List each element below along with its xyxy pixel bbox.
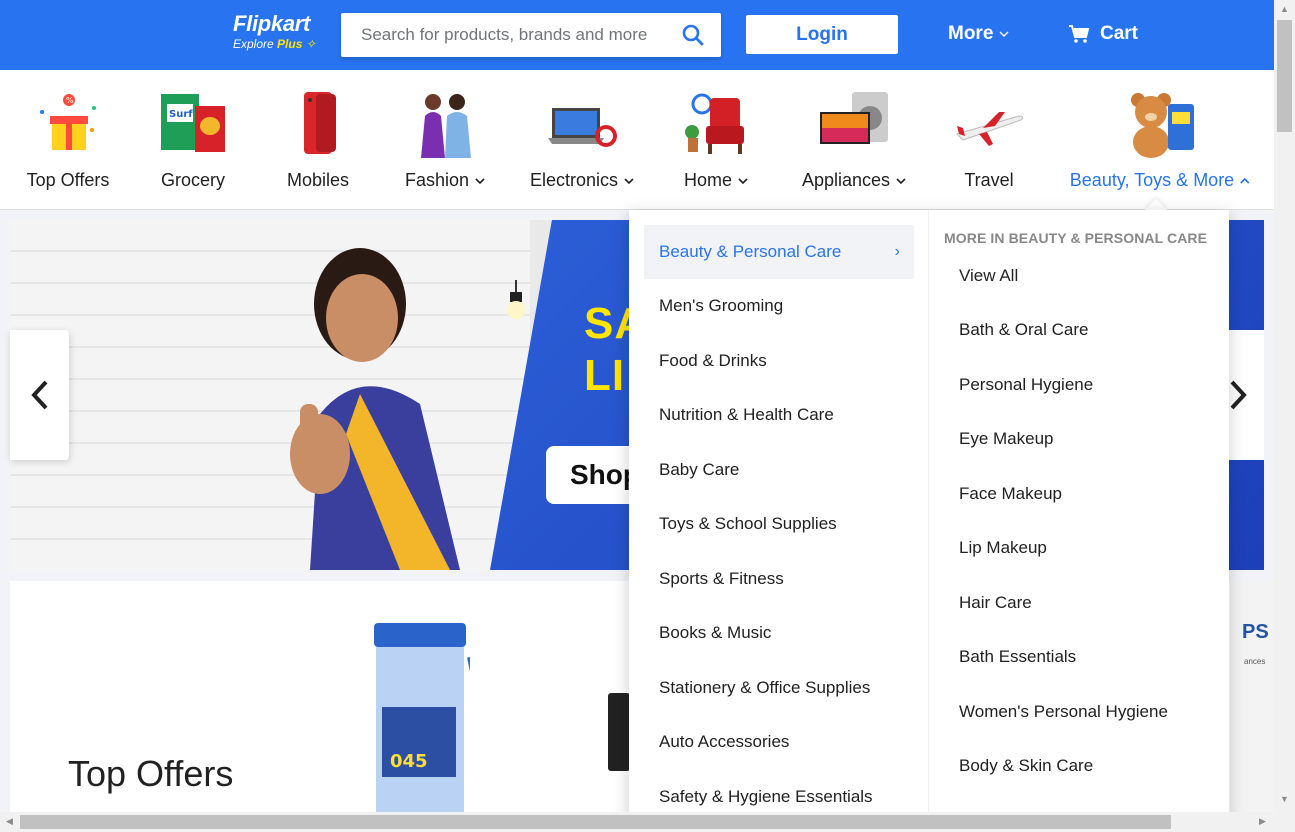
scroll-right-arrow-icon[interactable]: ▶ (1259, 816, 1266, 827)
category-beauty-toys-more[interactable]: Beauty, Toys & More (1070, 70, 1250, 210)
dropdown-link-view-all[interactable]: View All (959, 266, 1018, 286)
logo-text: Flipkart (233, 11, 311, 36)
dropdown-item-auto-accessories[interactable]: Auto Accessories (644, 715, 914, 769)
category-label: Mobiles (286, 170, 350, 190)
dropdown-item-nutrition-health-care[interactable]: Nutrition & Health Care (644, 388, 914, 442)
vertical-scroll-thumb[interactable] (1277, 20, 1292, 132)
section-title: Top Offers (68, 753, 234, 794)
horizontal-scroll-thumb[interactable] (20, 815, 1171, 829)
category-home[interactable]: Home (656, 70, 776, 210)
dropdown-link-eye-makeup[interactable]: Eye Makeup (959, 429, 1054, 449)
category-top-offers[interactable]: % Top Offers (8, 70, 128, 210)
cart-icon (1069, 25, 1090, 43)
dropdown-item-toys-school-supplies[interactable]: Toys & School Supplies (644, 497, 914, 551)
dropdown-item-mens-grooming[interactable]: Men's Grooming (644, 279, 914, 333)
category-electronics[interactable]: Electronics (517, 70, 647, 210)
dropdown-item-beauty-personal-care[interactable]: Beauty & Personal Care › (644, 225, 914, 279)
plus-star-icon: ✧ (305, 37, 316, 51)
chevron-down-icon (475, 177, 485, 184)
dropdown-link-bath-essentials[interactable]: Bath Essentials (959, 647, 1076, 667)
dropdown-item-food-drinks[interactable]: Food & Drinks (644, 334, 914, 388)
grocery-icon: Surf (161, 94, 225, 152)
more-label: More (948, 23, 994, 44)
svg-text:%: % (66, 96, 74, 105)
tv-icon (820, 92, 888, 144)
category-appliances[interactable]: Appliances (789, 70, 919, 210)
dropdown-heading: MORE IN BEAUTY & PERSONAL CARE (944, 230, 1208, 246)
category-label: Beauty, Toys & More (1070, 170, 1250, 191)
dropdown-item-stationery-office[interactable]: Stationery & Office Supplies (644, 661, 914, 715)
category-fashion[interactable]: Fashion (385, 70, 505, 210)
dropdown-item-sports-fitness[interactable]: Sports & Fitness (644, 552, 914, 606)
scroll-left-arrow-icon[interactable]: ◀ (6, 816, 13, 827)
cart-button[interactable]: Cart (1068, 23, 1138, 45)
flipkart-logo[interactable]: Flipkart Explore Plus ✧ (233, 11, 316, 51)
airplane-icon (956, 112, 1024, 146)
mobile-icon (304, 92, 336, 154)
category-label: Home (684, 170, 748, 191)
category-bar: % Top Offers Surf Grocery Mobiles Fashio… (0, 70, 1274, 210)
chevron-down-icon (738, 177, 748, 184)
dropdown-link-womens-personal-hygiene[interactable]: Women's Personal Hygiene (959, 702, 1168, 722)
chevron-right-icon: › (894, 243, 900, 260)
top-header: Flipkart Explore Plus ✧ Login More Cart (0, 0, 1274, 70)
side-promo-card[interactable]: PS ances (1230, 581, 1274, 821)
dropdown-item-books-music[interactable]: Books & Music (644, 606, 914, 660)
chevron-down-icon (896, 177, 906, 184)
svg-text:045: 045 (390, 751, 428, 772)
dropdown-link-lip-makeup[interactable]: Lip Makeup (959, 538, 1047, 558)
dropdown-link-body-skin-care[interactable]: Body & Skin Care (959, 756, 1093, 776)
category-mobiles[interactable]: Mobiles (258, 70, 378, 210)
category-label: Electronics (530, 170, 634, 191)
laptop-icon (548, 108, 617, 147)
logo-tagline: Explore Plus ✧ (233, 37, 316, 51)
dropdown-link-hair-care[interactable]: Hair Care (959, 593, 1032, 613)
category-dropdown-menu: Beauty & Personal Care › Men's Grooming … (629, 210, 1229, 832)
category-travel[interactable]: Travel (929, 70, 1049, 210)
gift-icon: % (40, 94, 96, 150)
armchair-icon (685, 93, 744, 154)
vertical-scrollbar[interactable]: ▲ ▼ (1274, 0, 1295, 812)
category-label: Travel (964, 170, 1014, 190)
dropdown-link-personal-hygiene[interactable]: Personal Hygiene (959, 375, 1093, 395)
scroll-down-arrow-icon[interactable]: ▼ (1280, 794, 1289, 804)
product-image[interactable] (608, 693, 630, 771)
more-menu[interactable]: More (948, 23, 1009, 45)
category-label: Fashion (405, 170, 485, 191)
teddy-bear-icon (1131, 93, 1194, 158)
search-bar (341, 13, 721, 57)
dropdown-subcategory-list: Beauty & Personal Care › Men's Grooming … (629, 210, 929, 832)
login-button[interactable]: Login (746, 15, 898, 54)
cart-label: Cart (1100, 23, 1139, 44)
horizontal-scrollbar[interactable]: ◀ ▶ (0, 812, 1295, 832)
fashion-icon (421, 94, 471, 158)
category-label: Top Offers (26, 170, 110, 190)
carousel-prev-button[interactable] (10, 330, 69, 460)
dropdown-link-face-makeup[interactable]: Face Makeup (959, 484, 1062, 504)
dropdown-link-bath-oral-care[interactable]: Bath & Oral Care (959, 320, 1088, 340)
category-grocery[interactable]: Surf Grocery (133, 70, 253, 210)
scroll-up-arrow-icon[interactable]: ▲ (1280, 4, 1289, 14)
chevron-down-icon (999, 31, 1009, 37)
category-label: Grocery (160, 170, 226, 190)
dropdown-detail-list: MORE IN BEAUTY & PERSONAL CARE View All … (929, 210, 1229, 832)
chevron-up-icon (1240, 177, 1250, 184)
chevron-right-icon (1230, 380, 1247, 410)
banner-model-image (290, 248, 460, 570)
pen-jar-product-image[interactable]: 045 (370, 617, 470, 821)
dropdown-item-baby-care[interactable]: Baby Care (644, 443, 914, 497)
category-label: Appliances (802, 170, 906, 191)
search-input[interactable] (341, 13, 671, 57)
search-icon[interactable] (681, 23, 705, 47)
chevron-left-icon (30, 380, 47, 410)
svg-text:Surf: Surf (169, 109, 193, 120)
chevron-down-icon (624, 177, 634, 184)
